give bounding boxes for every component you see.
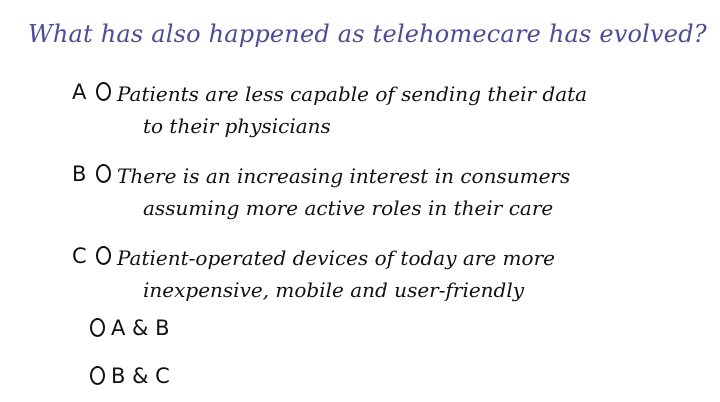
radio-circle-bc[interactable] bbox=[90, 366, 105, 385]
option-a-line1: Patients are less capable of sending the… bbox=[117, 82, 588, 106]
option-c[interactable]: C Patient-operated devices of today are … bbox=[72, 242, 555, 306]
option-b[interactable]: B There is an increasing interest in con… bbox=[72, 160, 570, 224]
option-letter: A bbox=[72, 80, 87, 104]
question-text: What has also happened as telehomecare h… bbox=[28, 20, 707, 48]
option-a[interactable]: A Patients are less capable of sending t… bbox=[72, 78, 587, 142]
option-letter: C bbox=[72, 244, 87, 268]
radio-circle-b[interactable] bbox=[96, 164, 111, 183]
option-b-text: There is an increasing interest in consu… bbox=[117, 160, 570, 224]
option-c-line1: Patient-operated devices of today are mo… bbox=[117, 246, 555, 270]
option-bc-label: B & C bbox=[111, 364, 170, 388]
option-b-line2: assuming more active roles in their care bbox=[143, 196, 554, 220]
option-c-line2: inexpensive, mobile and user-friendly bbox=[143, 278, 525, 302]
option-a-and-b[interactable]: A & B bbox=[90, 314, 170, 342]
radio-circle-ab[interactable] bbox=[90, 318, 105, 337]
radio-circle-a[interactable] bbox=[96, 82, 111, 101]
option-ab-label: A & B bbox=[111, 316, 170, 340]
option-a-text: Patients are less capable of sending the… bbox=[117, 78, 587, 142]
quiz-page: What has also happened as telehomecare h… bbox=[0, 0, 720, 402]
radio-circle-c[interactable] bbox=[96, 246, 111, 265]
option-letter: B bbox=[72, 162, 87, 186]
option-b-and-c[interactable]: B & C bbox=[90, 362, 170, 390]
option-b-line1: There is an increasing interest in consu… bbox=[117, 164, 571, 188]
option-a-line2: to their physicians bbox=[143, 114, 331, 138]
option-c-text: Patient-operated devices of today are mo… bbox=[117, 242, 555, 306]
